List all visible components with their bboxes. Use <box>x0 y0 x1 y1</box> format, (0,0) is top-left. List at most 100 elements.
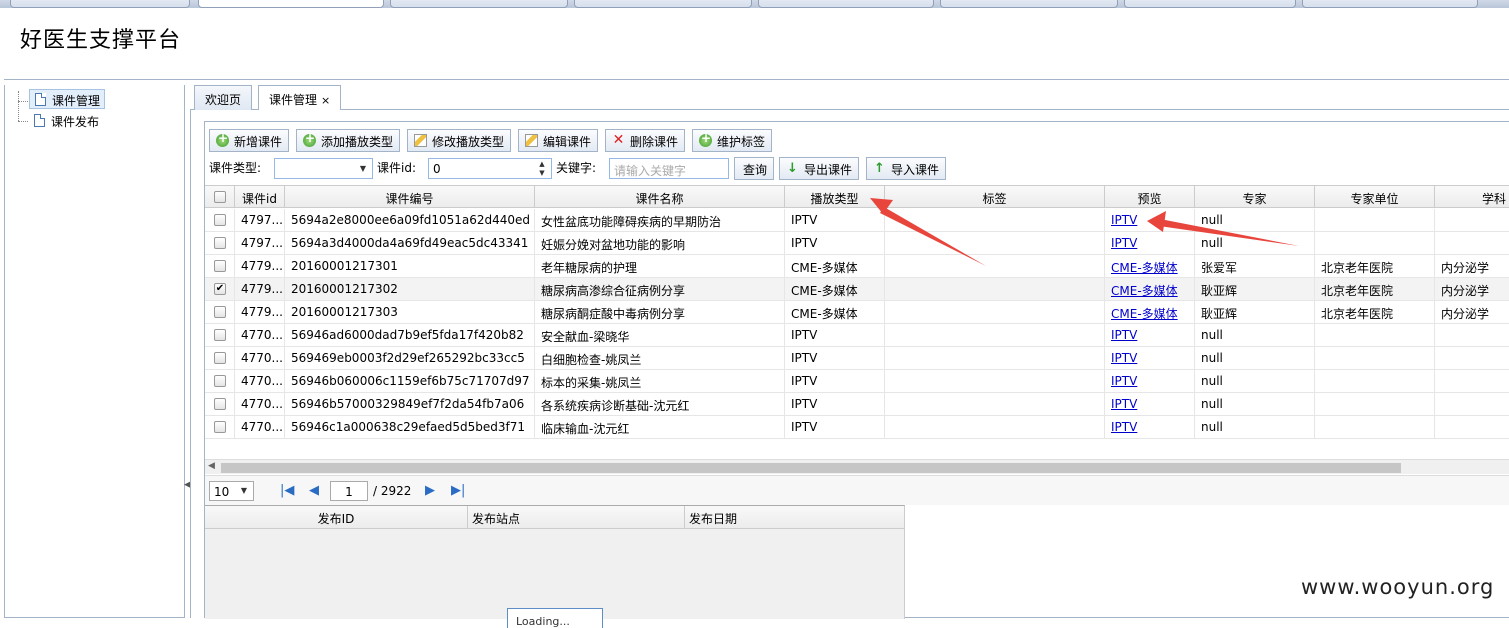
cell-preview[interactable]: IPTV <box>1105 209 1195 231</box>
browser-tab[interactable] <box>574 0 752 8</box>
row-checkbox[interactable] <box>214 306 226 318</box>
row-checkbox[interactable] <box>214 421 226 433</box>
search-button[interactable]: 查询 <box>734 157 775 180</box>
type-select[interactable]: ▼ <box>274 158 373 179</box>
column-header[interactable]: 预览 <box>1105 186 1195 208</box>
table-row[interactable]: 4770... 569469eb0003f2d29ef265292bc33cc5 白… <box>205 347 1509 370</box>
table-row[interactable]: 4797... 5694a3d4000da4a69fd49eac5dc43341 妊… <box>205 232 1509 255</box>
row-checkbox-cell[interactable] <box>205 232 235 254</box>
browser-tab[interactable] <box>1124 0 1296 8</box>
row-checkbox[interactable] <box>214 329 226 341</box>
cell-preview[interactable]: IPTV <box>1105 370 1195 392</box>
column-header[interactable]: 专家单位 <box>1315 186 1435 208</box>
close-icon[interactable]: × <box>321 94 330 107</box>
row-checkbox[interactable] <box>214 237 226 249</box>
column-header[interactable]: 发布日期 <box>685 506 904 528</box>
row-checkbox[interactable]: ✔ <box>214 283 226 295</box>
table-row[interactable]: 4770... 56946ad6000dad7b9ef5fda17f420b82 安… <box>205 324 1509 347</box>
scrollbar-thumb[interactable] <box>221 463 1401 473</box>
app-header: 好医生支撑平台 <box>4 8 1509 80</box>
cell-preview[interactable]: IPTV <box>1105 324 1195 346</box>
cell-id: 4779... <box>235 255 285 277</box>
row-checkbox[interactable] <box>214 375 226 387</box>
column-header[interactable]: 专家 <box>1195 186 1315 208</box>
column-header[interactable]: 标签 <box>885 186 1105 208</box>
table-row[interactable]: 4797... 5694a2e8000ee6a09fd1051a62d440ed 女… <box>205 209 1509 232</box>
row-checkbox[interactable] <box>214 260 226 272</box>
browser-tab[interactable] <box>1302 0 1478 8</box>
row-checkbox[interactable] <box>214 214 226 226</box>
row-checkbox-cell[interactable] <box>205 393 235 415</box>
arrow-down-icon: ↓ <box>787 161 798 176</box>
row-checkbox-cell[interactable] <box>205 347 235 369</box>
browser-tab[interactable] <box>390 0 568 8</box>
chevron-down-icon[interactable]: ▼ <box>354 159 372 178</box>
row-checkbox-cell[interactable] <box>205 416 235 438</box>
table-row[interactable]: 4779... 20160001217301 老年糖尿病的护理 CME-多媒体 CME-… <box>205 255 1509 278</box>
sidebar-item-courseware-manage[interactable]: 课件管理 <box>29 89 106 109</box>
column-header[interactable]: 播放类型 <box>785 186 885 208</box>
table-row[interactable]: 4779... 20160001217303 糖尿病酮症酸中毒病例分享 CME-多媒体… <box>205 301 1509 324</box>
browser-tab[interactable] <box>10 0 190 8</box>
row-checkbox-cell[interactable] <box>205 209 235 231</box>
cell-preview[interactable]: CME-多媒体 <box>1105 255 1195 277</box>
delete-courseware-button[interactable]: ✕ 删除课件 <box>605 129 686 152</box>
cell-id: 4779... <box>235 301 285 323</box>
cell-preview[interactable]: IPTV <box>1105 416 1195 438</box>
edit-courseware-button[interactable]: 编辑课件 <box>518 129 599 152</box>
button-label: 维护标签 <box>717 135 766 149</box>
column-header[interactable]: 课件名称 <box>535 186 785 208</box>
add-play-type-button[interactable]: 添加播放类型 <box>296 129 401 152</box>
cell-preview[interactable]: CME-多媒体 <box>1105 301 1195 323</box>
last-page-icon[interactable]: ▶| <box>451 483 465 498</box>
browser-tab[interactable] <box>758 0 934 8</box>
import-courseware-button[interactable]: ↑ 导入课件 <box>866 157 947 180</box>
select-all-checkbox[interactable] <box>214 191 226 203</box>
cell-expert: null <box>1195 416 1315 438</box>
browser-tab[interactable] <box>940 0 1118 8</box>
export-courseware-button[interactable]: ↓ 导出课件 <box>779 157 860 180</box>
prev-page-icon[interactable]: ◀ <box>309 483 319 498</box>
row-checkbox[interactable] <box>214 398 226 410</box>
first-page-icon[interactable]: |◀ <box>280 483 294 498</box>
tree-connector <box>18 121 28 122</box>
sidebar-item-courseware-publish[interactable]: 课件发布 <box>29 111 103 131</box>
cell-preview[interactable]: IPTV <box>1105 232 1195 254</box>
table-row[interactable]: 4770... 56946b57000329849ef7f2da54fb7a06 各… <box>205 393 1509 416</box>
row-checkbox-cell[interactable] <box>205 255 235 277</box>
tab-courseware-manage[interactable]: 课件管理 × <box>258 85 342 111</box>
select-all-cell[interactable] <box>205 186 235 208</box>
row-checkbox-cell[interactable] <box>205 370 235 392</box>
column-header[interactable]: 学科 <box>1435 186 1509 208</box>
spinner-arrows-icon[interactable]: ▲ ▼ <box>533 159 551 178</box>
next-page-icon[interactable]: ▶ <box>425 483 435 498</box>
cell-subject <box>1435 324 1509 346</box>
column-header[interactable]: 课件id <box>235 186 285 208</box>
horizontal-scrollbar[interactable]: ◀ <box>205 459 1509 474</box>
table-row[interactable]: ✔ 4779... 20160001217302 糖尿病高渗综合征病例分享 CME-多媒… <box>205 278 1509 301</box>
row-checkbox-cell[interactable] <box>205 324 235 346</box>
keyword-input[interactable]: 请输入关键字 <box>609 158 729 179</box>
scroll-left-icon[interactable]: ◀ <box>208 461 215 471</box>
page-size-select[interactable]: 10 ▼ <box>209 481 254 501</box>
row-checkbox-cell[interactable] <box>205 301 235 323</box>
browser-tab-active[interactable] <box>198 0 384 8</box>
column-header[interactable]: 课件编号 <box>285 186 535 208</box>
column-header[interactable]: 发布ID <box>205 506 468 528</box>
id-spinner-input[interactable]: 0 ▲ ▼ <box>428 158 552 179</box>
current-page-input[interactable]: 1 <box>330 481 368 501</box>
row-checkbox-cell[interactable]: ✔ <box>205 278 235 300</box>
tab-welcome[interactable]: 欢迎页 <box>194 85 253 110</box>
cell-preview[interactable]: CME-多媒体 <box>1105 278 1195 300</box>
keyword-label: 关键字: <box>556 161 597 175</box>
table-row[interactable]: 4770... 56946b060006c1159ef6b75c71707d97 标… <box>205 370 1509 393</box>
cell-preview[interactable]: IPTV <box>1105 393 1195 415</box>
cell-preview[interactable]: IPTV <box>1105 347 1195 369</box>
table-row[interactable]: 4770... 56946c1a000638c29efaed5d5bed3f71 临… <box>205 416 1509 439</box>
chevron-down-icon[interactable]: ▼ <box>235 482 253 500</box>
edit-play-type-button[interactable]: 修改播放类型 <box>407 129 512 152</box>
column-header[interactable]: 发布站点 <box>468 506 685 528</box>
add-courseware-button[interactable]: 新增课件 <box>209 129 290 152</box>
manage-tags-button[interactable]: 维护标签 <box>692 129 773 152</box>
row-checkbox[interactable] <box>214 352 226 364</box>
